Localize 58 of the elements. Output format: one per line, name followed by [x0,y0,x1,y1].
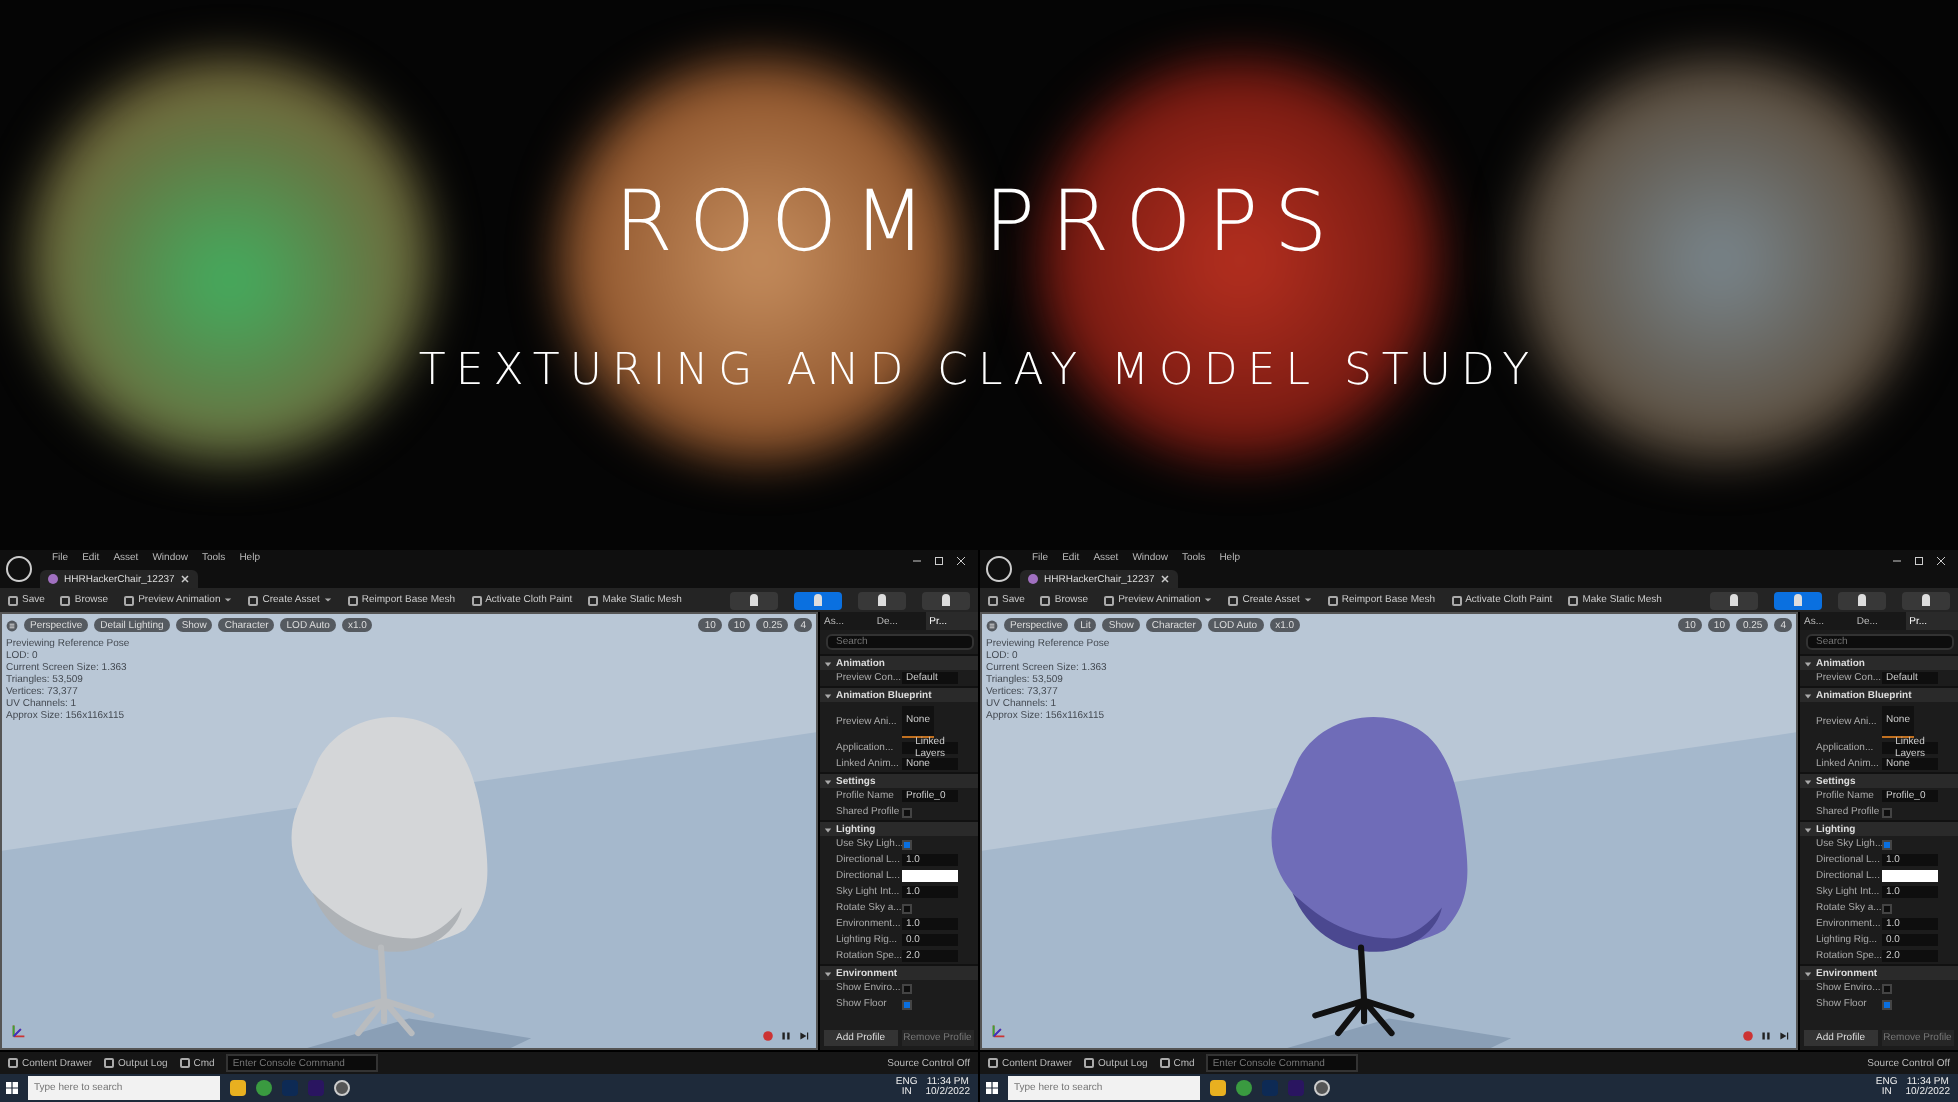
pause-icon[interactable] [1760,1030,1772,1042]
viewport[interactable] [0,612,818,1050]
checkbox[interactable] [1882,839,1892,849]
step-icon[interactable] [798,1030,810,1042]
checkbox[interactable] [902,903,912,913]
color-swatch[interactable] [902,870,958,882]
close-icon[interactable] [1160,574,1171,584]
axis-gizmo-icon [10,1022,28,1040]
maximize-icon[interactable] [1914,556,1924,566]
menu-icon[interactable] [6,619,18,631]
caret-icon [1804,691,1812,699]
mode-button[interactable] [1774,591,1822,609]
maximize-icon[interactable] [934,556,944,566]
start-icon[interactable] [6,1082,18,1094]
axis-gizmo-icon [990,1022,1008,1040]
caret-icon [1204,596,1213,604]
caret-icon [824,691,832,699]
caret-icon [224,596,233,604]
caret-icon [1804,659,1812,667]
start-icon[interactable] [986,1082,998,1094]
checkbox[interactable] [1882,983,1892,993]
checkbox[interactable] [1882,807,1892,817]
color-swatch[interactable] [1882,870,1938,882]
minimize-icon[interactable] [1892,556,1902,566]
close-icon[interactable] [956,556,966,566]
checkbox[interactable] [902,839,912,849]
mode-button[interactable] [1838,591,1886,609]
close-icon[interactable] [1936,556,1946,566]
app-logo-icon[interactable] [986,556,1012,582]
caret-icon [824,659,832,667]
mode-button[interactable] [1902,591,1950,609]
minimize-icon[interactable] [912,556,922,566]
record-icon[interactable] [1742,1030,1754,1042]
mode-button[interactable] [1710,591,1758,609]
close-icon[interactable] [180,574,191,584]
pause-icon[interactable] [780,1030,792,1042]
mode-button[interactable] [922,591,970,609]
caret-icon [1804,969,1812,977]
mode-button[interactable] [858,591,906,609]
banner-subtitle: TEXTURING AND CLAY MODEL STUDY [418,345,1540,395]
record-icon[interactable] [762,1030,774,1042]
caret-icon [824,825,832,833]
menu-icon[interactable] [986,619,998,631]
checkbox[interactable] [902,807,912,817]
mode-button[interactable] [730,591,778,609]
caret-icon [824,777,832,785]
checkbox[interactable] [902,983,912,993]
caret-icon [1303,596,1312,604]
caret-icon [824,969,832,977]
checkbox[interactable] [902,999,912,1009]
app-logo-icon[interactable] [6,556,32,582]
checkbox[interactable] [1882,999,1892,1009]
caret-icon [1804,777,1812,785]
caret-icon [1804,825,1812,833]
step-icon[interactable] [1778,1030,1790,1042]
caret-icon [323,596,332,604]
mode-button[interactable] [794,591,842,609]
checkbox[interactable] [1882,903,1892,913]
